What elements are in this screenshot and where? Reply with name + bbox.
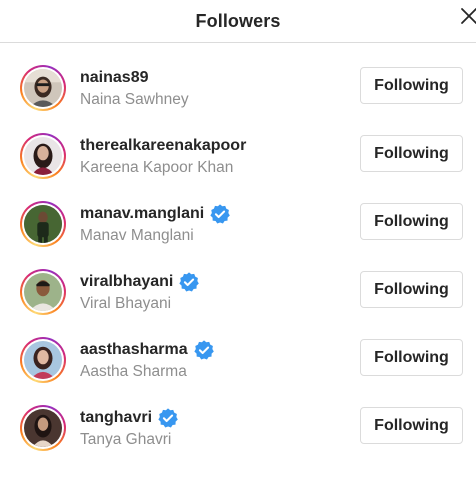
following-button[interactable]: Following xyxy=(360,67,463,104)
following-button[interactable]: Following xyxy=(360,271,463,308)
list-item: nainas89 Naina Sawhney Following xyxy=(0,65,476,133)
avatar[interactable] xyxy=(20,269,66,315)
username-link[interactable]: tanghavri xyxy=(80,409,152,427)
following-button[interactable]: Following xyxy=(360,339,463,376)
username-link[interactable]: nainas89 xyxy=(80,69,148,87)
following-button[interactable]: Following xyxy=(360,203,463,240)
username-line: therealkareenakapoor xyxy=(80,135,246,157)
username-line: aasthasharma xyxy=(80,339,215,361)
full-name: Manav Manglani xyxy=(80,227,194,244)
username-line: manav.manglani xyxy=(80,203,231,225)
list-item: therealkareenakapoor Kareena Kapoor Khan… xyxy=(0,133,476,201)
full-name: Kareena Kapoor Khan xyxy=(80,159,234,176)
verified-badge-icon xyxy=(193,339,215,361)
list-item: viralbhayani Viral Bhayani Following xyxy=(0,269,476,337)
avatar[interactable] xyxy=(20,133,66,179)
close-icon[interactable] xyxy=(458,5,476,27)
username-link[interactable]: viralbhayani xyxy=(80,273,173,291)
verified-badge-icon xyxy=(209,203,231,225)
username-line: nainas89 xyxy=(80,67,148,89)
list-item: manav.manglani Manav Manglani Following xyxy=(0,201,476,269)
avatar[interactable] xyxy=(20,405,66,451)
username-link[interactable]: manav.manglani xyxy=(80,205,204,223)
verified-badge-icon xyxy=(178,271,200,293)
list-item: tanghavri Tanya Ghavri Following xyxy=(0,405,476,473)
username-line: tanghavri xyxy=(80,407,179,429)
list-item: aasthasharma Aastha Sharma Following xyxy=(0,337,476,405)
username-line: viralbhayani xyxy=(80,271,200,293)
following-button[interactable]: Following xyxy=(360,135,463,172)
avatar[interactable] xyxy=(20,65,66,111)
full-name: Viral Bhayani xyxy=(80,295,172,312)
following-button[interactable]: Following xyxy=(360,407,463,444)
verified-badge-icon xyxy=(157,407,179,429)
username-link[interactable]: therealkareenakapoor xyxy=(80,137,246,155)
avatar[interactable] xyxy=(20,337,66,383)
dialog-title: Followers xyxy=(195,10,281,31)
username-link[interactable]: aasthasharma xyxy=(80,341,188,359)
full-name: Naina Sawhney xyxy=(80,91,189,108)
dialog-header: Followers xyxy=(0,0,476,43)
followers-dialog: Followers nainas89 Naina Sawhney Followi… xyxy=(0,0,476,477)
full-name: Aastha Sharma xyxy=(80,363,187,380)
full-name: Tanya Ghavri xyxy=(80,431,172,448)
avatar[interactable] xyxy=(20,201,66,247)
